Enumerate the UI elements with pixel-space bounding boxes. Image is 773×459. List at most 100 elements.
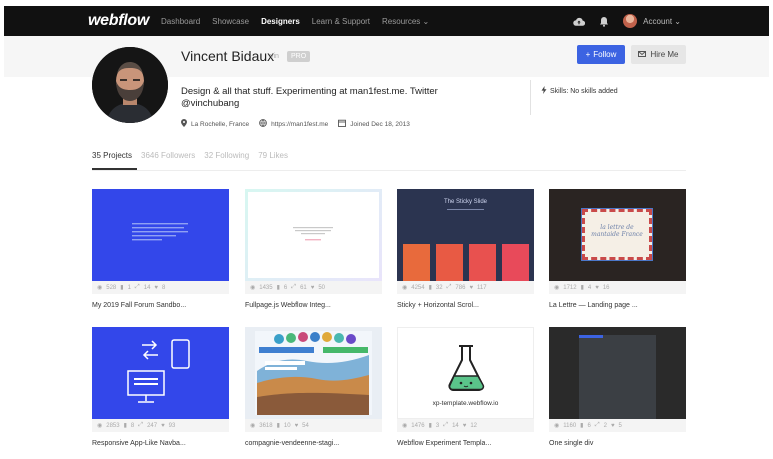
single-div-preview — [579, 335, 656, 419]
comments-count: 6 — [283, 284, 288, 291]
eye-icon: ◉ — [250, 423, 256, 429]
tab-following[interactable]: 32 Following — [204, 151, 249, 160]
heart-icon: ♥ — [469, 284, 473, 291]
bell-icon[interactable] — [598, 15, 610, 27]
location-pin-icon — [181, 119, 187, 129]
comment-icon: ▮ — [123, 423, 127, 429]
nav-link-learn-support[interactable]: Learn & Support — [312, 17, 370, 26]
project-card[interactable]: ◉ 3618 ▮ 10 ♥ 54 compagnie-vendeenne-stagi.… — [245, 327, 382, 447]
likes-count: 50 — [318, 284, 326, 291]
plus-icon: + — [585, 50, 591, 59]
project-thumbnail[interactable] — [245, 189, 382, 281]
tab-likes[interactable]: 79 Likes — [258, 151, 288, 160]
views-count: 2853 — [106, 422, 120, 429]
heart-icon: ♥ — [154, 284, 158, 291]
cloud-upload-icon[interactable] — [573, 15, 586, 27]
account-menu[interactable]: Account ⌄ — [643, 17, 681, 26]
project-thumbnail[interactable]: la lettre de mantaide France — [549, 189, 686, 281]
clone-icon: ⤢ — [291, 284, 297, 290]
project-title[interactable]: Sticky + Horizontal Scrol... — [397, 302, 534, 309]
eye-icon: ◉ — [554, 285, 560, 291]
hire-button-label: Hire Me — [650, 50, 679, 59]
eye-icon: ◉ — [402, 285, 408, 291]
account-avatar[interactable] — [623, 14, 638, 28]
nav-link-showcase[interactable]: Showcase — [212, 17, 249, 26]
likes-count: 93 — [168, 422, 176, 429]
likes-count: 5 — [618, 422, 622, 429]
eye-icon: ◉ — [97, 423, 103, 429]
calendar-icon — [338, 119, 347, 129]
follow-button[interactable]: + Follow — [577, 45, 625, 64]
project-stats: ◉ 4254 ▮ 32 ⤢ 786 ♥ 117 — [397, 281, 534, 294]
website-link[interactable]: https://man1fest.me — [271, 121, 328, 128]
thumbnail-url-text: xp-template.webflow.io — [432, 400, 499, 407]
clone-icon: ⤢ — [443, 422, 449, 428]
profile-stats-tabs: 35 Projects 3646 Followers 32 Following … — [92, 151, 288, 160]
clones-count: 14 — [143, 284, 151, 291]
follow-button-label: Follow — [593, 50, 617, 59]
project-thumbnail[interactable]: xp-template.webflow.io — [397, 327, 534, 419]
comment-icon: ▮ — [276, 423, 280, 429]
clones-count: 14 — [452, 422, 459, 429]
skills-info: Skills: No skills added — [541, 86, 618, 96]
project-card[interactable]: ◉ 528 ▮ 1 ⤢ 14 ♥ 8 My 2019 Fall Forum Sandbo… — [92, 189, 229, 309]
location-text: La Rochelle, France — [191, 120, 250, 128]
joined-text: Joined Dec 18, 2013 — [350, 120, 410, 128]
tab-followers[interactable]: 3646 Followers — [141, 151, 195, 160]
likes-count: 16 — [602, 284, 610, 291]
comments-count: 1 — [127, 284, 131, 291]
envelope-icon — [638, 50, 647, 59]
comments-count: 6 — [587, 422, 591, 429]
hire-me-button[interactable]: Hire Me — [631, 45, 686, 64]
project-title[interactable]: compagnie-vendeenne-stagi... — [245, 440, 382, 447]
project-thumbnail[interactable] — [245, 327, 382, 419]
project-thumbnail[interactable] — [92, 189, 229, 281]
project-card[interactable]: xp-template.webflow.io ◉ 1476 ▮ 3 ⤢ 14 ♥ 12 … — [397, 327, 534, 447]
project-title[interactable]: Responsive App-Like Navba... — [92, 440, 229, 447]
tabs-divider — [92, 170, 686, 171]
clones-count: 247 — [147, 422, 158, 429]
project-thumbnail[interactable] — [549, 327, 686, 419]
nav-link-dashboard[interactable]: Dashboard — [161, 17, 200, 26]
project-card[interactable]: ◉ 2853 ▮ 8 ⤢ 247 ♥ 93 Responsive App-Like Na… — [92, 327, 229, 447]
comments-count: 10 — [283, 422, 291, 429]
heart-icon: ♥ — [294, 422, 299, 429]
nav-link-designers[interactable]: Designers — [261, 17, 300, 26]
comment-icon: ▮ — [580, 285, 584, 291]
heart-icon: ♥ — [462, 422, 467, 429]
clones-count: 2 — [603, 422, 607, 429]
project-card[interactable]: ◉ 1435 ▮ 6 ⤢ 61 ♥ 50 Fullpage.js Webflow Int… — [245, 189, 382, 309]
webflow-logo[interactable]: webflow — [88, 12, 149, 30]
project-stats: ◉ 1712 ▮ 4 ♥ 16 — [549, 281, 686, 294]
project-thumbnail[interactable] — [92, 327, 229, 419]
project-title[interactable]: La Lettre — Landing page ... — [549, 302, 686, 309]
views-count: 528 — [106, 284, 117, 291]
profile-meta: La Rochelle, France https://man1fest.me … — [181, 119, 410, 129]
views-count: 1160 — [563, 422, 577, 429]
project-title[interactable]: Webflow Experiment Templa... — [397, 440, 534, 447]
website-item[interactable]: https://man1fest.me — [259, 119, 328, 129]
comment-icon: ▮ — [120, 285, 124, 291]
views-count: 1476 — [411, 422, 425, 429]
project-card[interactable]: la lettre de mantaide France ◉ 1712 ▮ 4 ♥ 1… — [549, 189, 686, 309]
responsive-devices-icon — [127, 339, 190, 403]
heart-icon: ♥ — [310, 284, 315, 291]
globe-icon — [259, 119, 268, 129]
clone-icon: ⤢ — [446, 284, 452, 290]
tab-projects[interactable]: 35 Projects — [92, 151, 132, 160]
comment-icon: ▮ — [276, 285, 280, 291]
eye-icon: ◉ — [250, 285, 256, 291]
project-stats: ◉ 1476 ▮ 3 ⤢ 14 ♥ 12 — [397, 419, 534, 432]
project-thumbnail[interactable]: The Sticky Slide — [397, 189, 534, 281]
project-title[interactable]: One single div — [549, 440, 686, 447]
project-title[interactable]: Fullpage.js Webflow Integ... — [245, 302, 382, 309]
profile-handle: vin — [270, 53, 279, 60]
website-mockup-image — [255, 331, 372, 415]
comment-icon: ▮ — [428, 423, 432, 429]
views-count: 1435 — [259, 284, 273, 291]
profile-avatar — [92, 47, 168, 123]
nav-link-resources[interactable]: Resources ⌄ — [382, 17, 429, 26]
project-card[interactable]: The Sticky Slide ◉ 4254 ▮ 32 ⤢ 786 ♥ 117 Sti… — [397, 189, 534, 309]
project-card[interactable]: ◉ 1160 ▮ 6 ⤢ 2 ♥ 5 One single div — [549, 327, 686, 447]
project-title[interactable]: My 2019 Fall Forum Sandbo... — [92, 302, 229, 309]
